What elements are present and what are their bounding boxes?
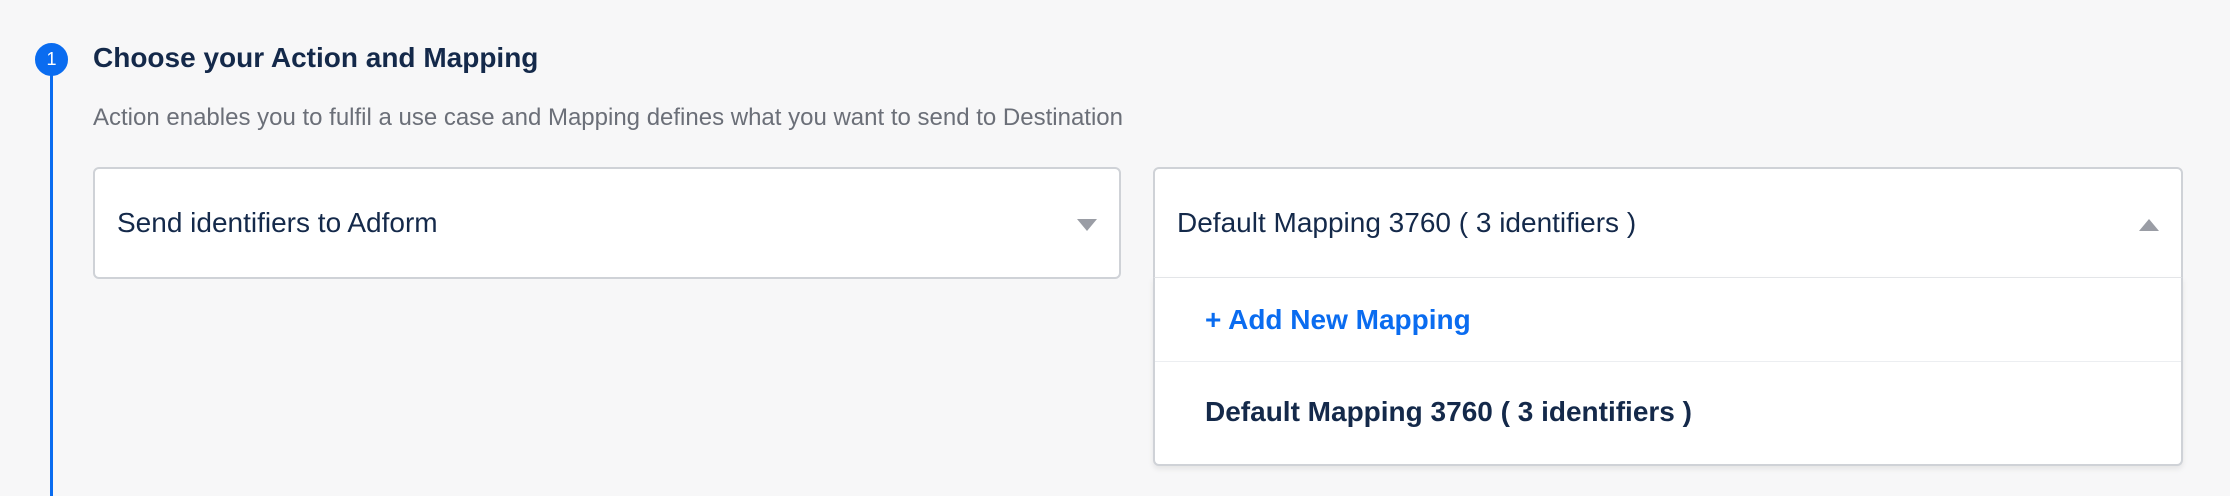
action-select-value: Send identifiers to Adform — [117, 207, 438, 238]
mapping-select-value: Default Mapping 3760 ( 3 identifiers ) — [1177, 207, 1637, 238]
step-description: Action enables you to fulfil a use case … — [93, 104, 1123, 131]
mapping-dropdown-menu: + Add New Mapping Default Mapping 3760 (… — [1153, 277, 2183, 466]
step-section: 1 Choose your Action and Mapping Action … — [0, 0, 2230, 496]
add-new-mapping-option[interactable]: + Add New Mapping — [1155, 278, 2181, 362]
step-number-badge: 1 — [35, 43, 68, 76]
chevron-down-icon — [1077, 219, 1097, 231]
action-select[interactable]: Send identifiers to Adform — [93, 167, 1121, 279]
mapping-select[interactable]: Default Mapping 3760 ( 3 identifiers ) — [1153, 167, 2183, 279]
step-title: Choose your Action and Mapping — [93, 42, 539, 73]
chevron-up-icon — [2139, 219, 2159, 231]
step-rail — [50, 62, 53, 496]
mapping-option[interactable]: Default Mapping 3760 ( 3 identifiers ) — [1155, 362, 2181, 462]
